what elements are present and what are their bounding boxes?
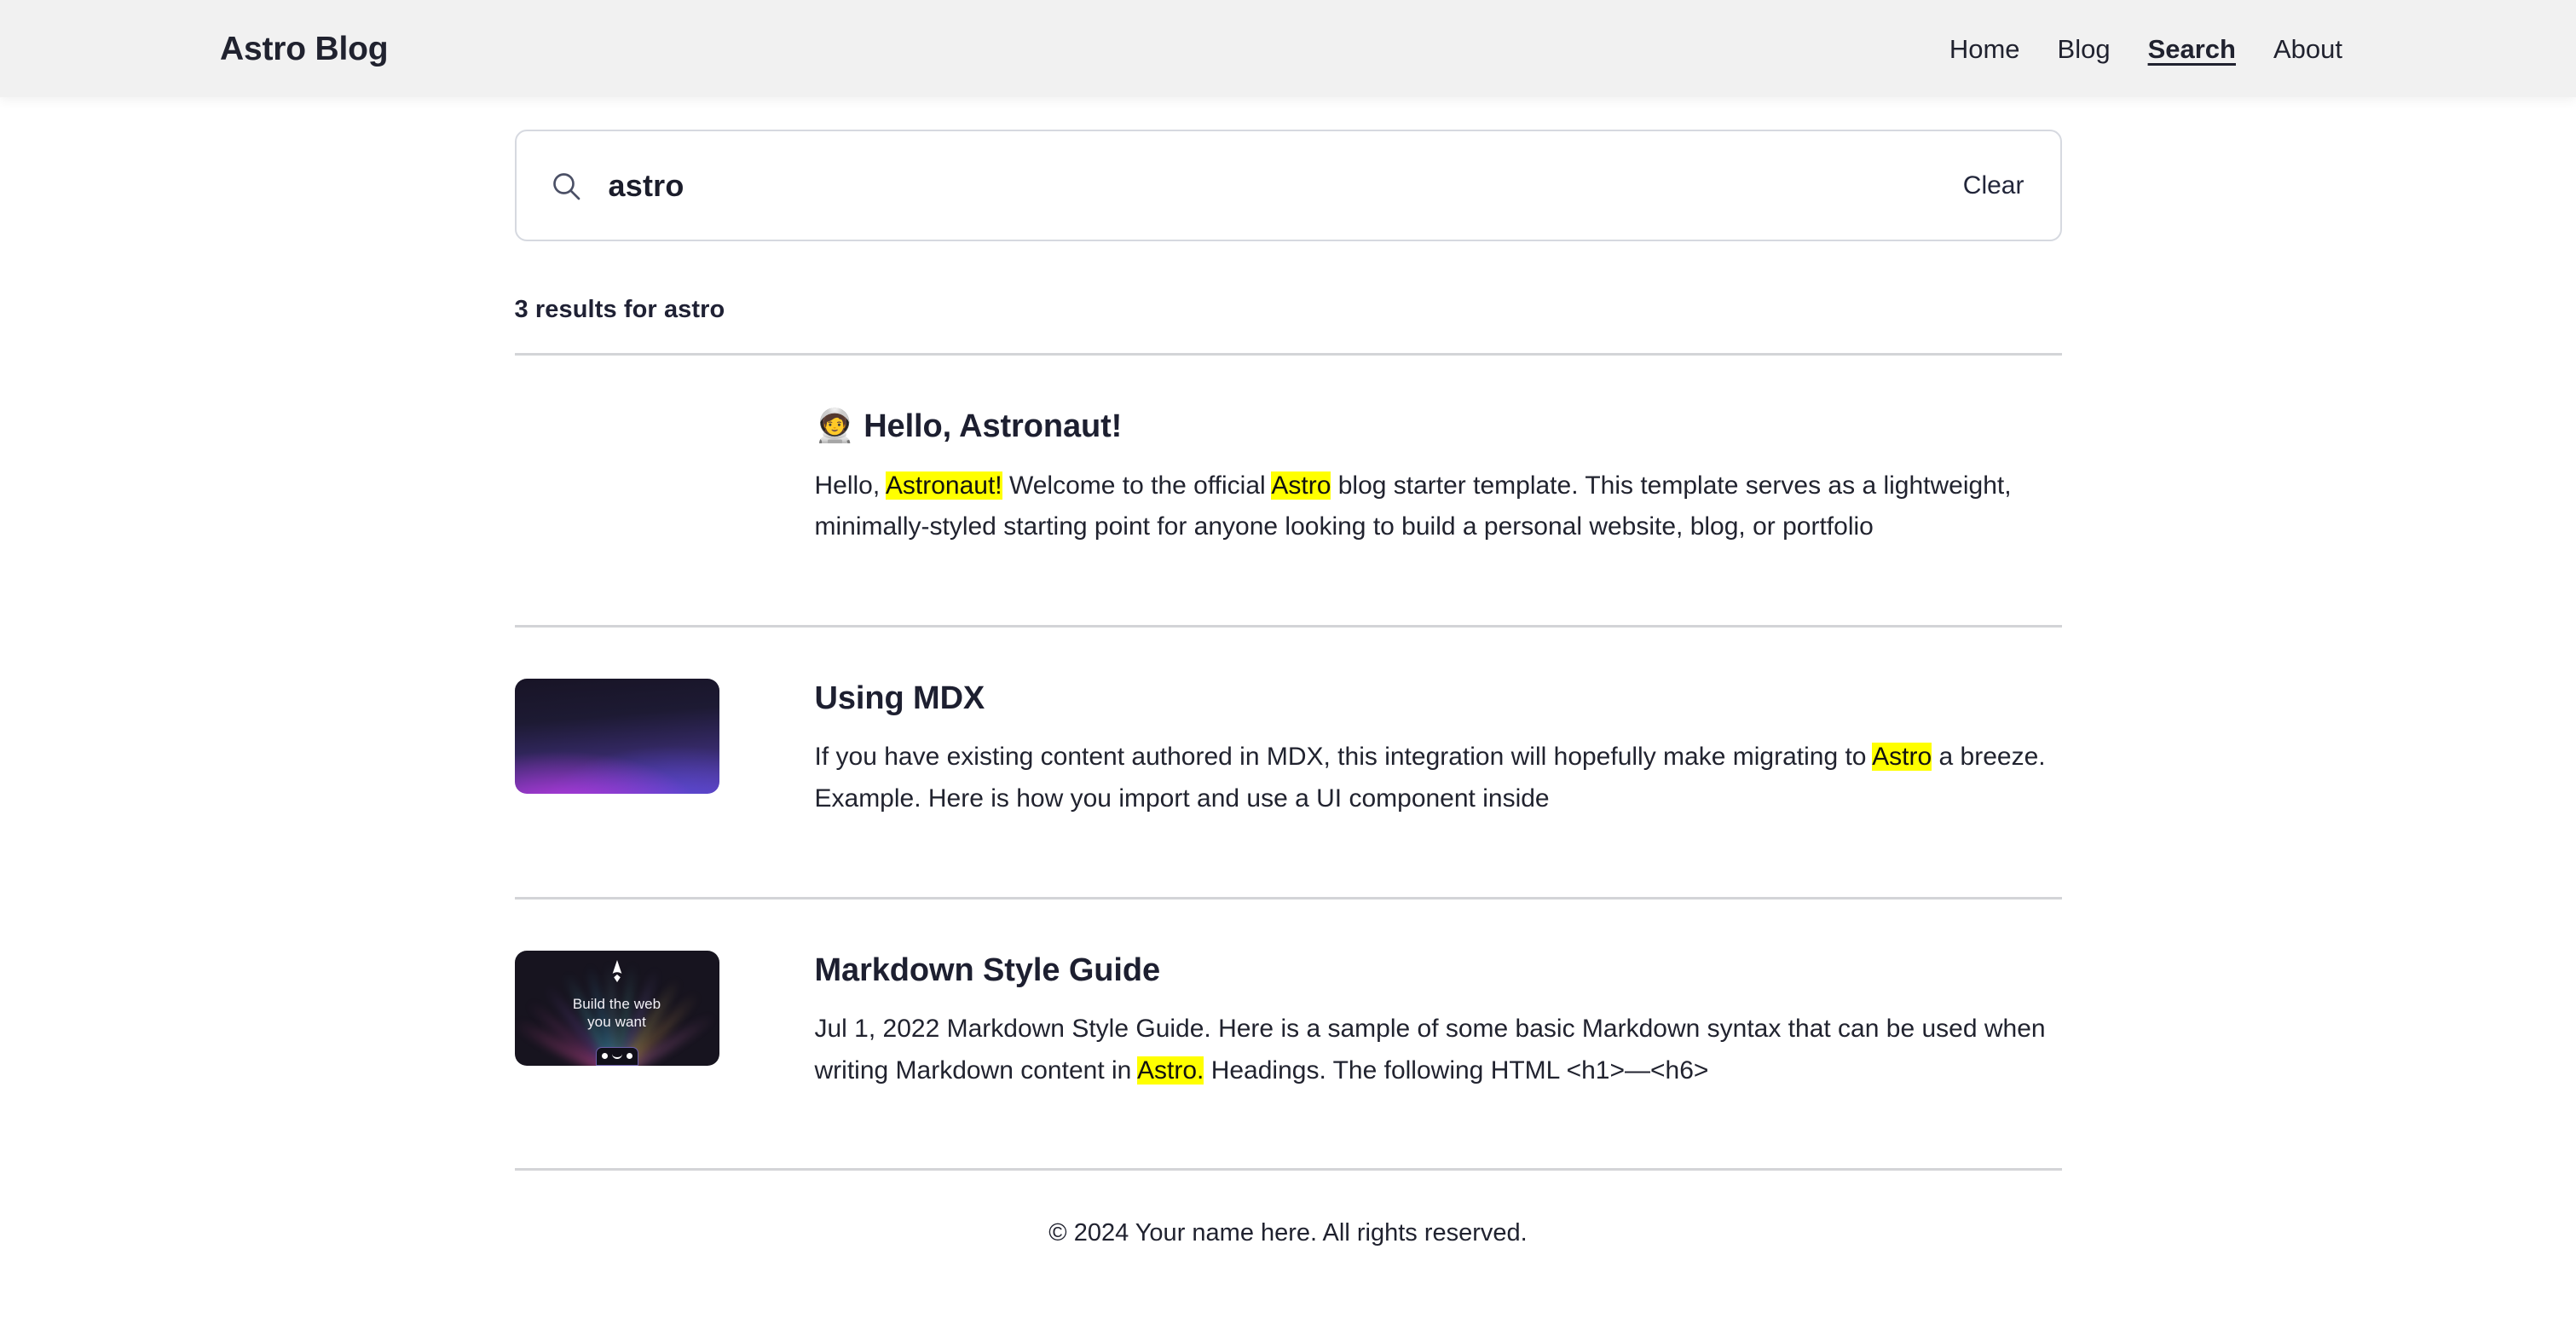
search-result-item[interactable]: Build the webyou want Markdown Style Guid…: [515, 899, 2062, 1140]
result-body: Markdown Style Guide Jul 1, 2022 Markdown…: [815, 951, 2062, 1092]
result-title-link[interactable]: 🧑‍🚀 Hello, Astronaut!: [815, 408, 2062, 447]
page-main: Clear 3 results for astro 🧑‍🚀 Hello, Ast…: [0, 97, 2576, 1247]
robot-smile: [612, 1053, 622, 1059]
result-thumbnail-column: Build the webyou want: [515, 951, 766, 1066]
excerpt-text: Headings. The following HTML <h1>—<h6>: [1204, 1056, 1708, 1085]
search-input[interactable]: [609, 168, 1956, 204]
result-title-link[interactable]: Markdown Style Guide: [815, 952, 2062, 991]
result-excerpt: Hello, Astronaut! Welcome to the officia…: [815, 466, 2062, 548]
robot-eye-left: [602, 1053, 608, 1059]
footer-copyright: © 2024 Your name here. All rights reserv…: [1048, 1219, 1527, 1247]
excerpt-highlight: Astro.: [1137, 1056, 1204, 1085]
thumbnail-caption-line-2: you want: [515, 1013, 719, 1031]
robot-eye-right: [627, 1053, 632, 1059]
result-excerpt: If you have existing content authored in…: [815, 737, 2062, 819]
result-thumbnail-column: [515, 407, 766, 522]
astronaut-emoji-icon: 🧑‍🚀: [815, 408, 855, 444]
search-result-item[interactable]: Using MDX If you have existing content au…: [515, 628, 2062, 868]
results-count-label: 3 results for astro: [515, 296, 2062, 324]
clear-search-button[interactable]: Clear: [1956, 168, 2031, 204]
result-excerpt: Jul 1, 2022 Markdown Style Guide. Here i…: [815, 1009, 2062, 1091]
excerpt-highlight: Astro: [1271, 471, 1331, 500]
excerpt-text: Hello,: [815, 471, 886, 500]
astro-logo-icon: [608, 960, 627, 982]
excerpt-text: Welcome to the official: [1002, 471, 1272, 500]
nav-link-search[interactable]: Search: [2129, 36, 2255, 62]
search-section: Clear: [515, 97, 2062, 241]
site-header: Astro Blog HomeBlogSearchAbout: [0, 0, 2576, 97]
excerpt-highlight: Astro: [1872, 743, 1932, 771]
result-thumbnail-column: [515, 679, 766, 794]
result-body: 🧑‍🚀 Hello, Astronaut!Hello, Astronaut! W…: [815, 407, 2062, 548]
excerpt-highlight: Astronaut!: [886, 471, 1002, 500]
nav-link-about[interactable]: About: [2255, 36, 2361, 62]
main-navigation: HomeBlogSearchAbout: [1931, 36, 2361, 62]
content-container: Clear 3 results for astro 🧑‍🚀 Hello, Ast…: [515, 97, 2062, 1247]
result-title-text: Hello, Astronaut!: [863, 408, 1122, 444]
header-inner: Astro Blog HomeBlogSearchAbout: [0, 0, 2576, 97]
result-title-text: Markdown Style Guide: [815, 952, 1161, 988]
nav-link-blog[interactable]: Blog: [2039, 36, 2129, 62]
thumbnail-caption: Build the webyou want: [515, 995, 719, 1032]
site-brand-link[interactable]: Astro Blog: [220, 32, 388, 66]
result-thumbnail-image[interactable]: Build the webyou want: [515, 951, 719, 1066]
nav-link-home[interactable]: Home: [1931, 36, 2039, 62]
search-result-item[interactable]: 🧑‍🚀 Hello, Astronaut!Hello, Astronaut! W…: [515, 356, 2062, 596]
result-title-text: Using MDX: [815, 680, 985, 716]
result-thumbnail-image[interactable]: [515, 679, 719, 794]
robot-face-icon: [596, 1047, 638, 1066]
site-footer: © 2024 Your name here. All rights reserv…: [515, 1171, 2062, 1247]
excerpt-text: If you have existing content authored in…: [815, 743, 1873, 771]
result-title-link[interactable]: Using MDX: [815, 680, 2062, 719]
search-icon: [549, 169, 583, 203]
thumbnail-caption-line-1: Build the web: [515, 995, 719, 1013]
result-thumbnail-placeholder: [515, 407, 719, 522]
search-results-list: 🧑‍🚀 Hello, Astronaut!Hello, Astronaut! W…: [515, 356, 2062, 1171]
search-box[interactable]: Clear: [515, 130, 2062, 241]
result-body: Using MDX If you have existing content au…: [815, 679, 2062, 820]
